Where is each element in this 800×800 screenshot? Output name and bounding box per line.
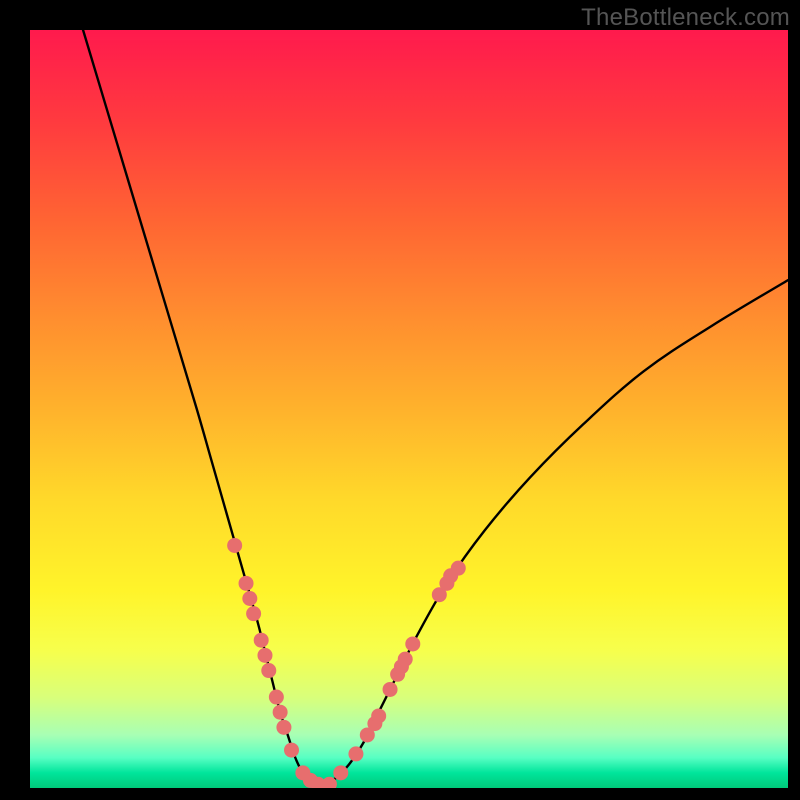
chart-markers <box>227 538 466 788</box>
chart-marker <box>348 746 363 761</box>
watermark-text: TheBottleneck.com <box>581 4 790 32</box>
chart-marker <box>371 708 386 723</box>
chart-plot-area <box>30 30 788 788</box>
chart-marker <box>333 765 348 780</box>
chart-marker <box>383 682 398 697</box>
chart-marker <box>242 591 257 606</box>
chart-marker <box>261 663 276 678</box>
chart-marker <box>284 743 299 758</box>
chart-marker <box>398 652 413 667</box>
chart-marker <box>273 705 288 720</box>
chart-marker <box>227 538 242 553</box>
chart-frame: TheBottleneck.com <box>0 0 800 800</box>
chart-svg <box>30 30 788 788</box>
chart-marker <box>246 606 261 621</box>
chart-marker <box>257 648 272 663</box>
chart-marker <box>254 633 269 648</box>
bottleneck-curve <box>83 30 788 788</box>
chart-marker <box>276 720 291 735</box>
chart-marker <box>239 576 254 591</box>
chart-marker <box>405 636 420 651</box>
chart-marker <box>451 561 466 576</box>
chart-marker <box>269 690 284 705</box>
